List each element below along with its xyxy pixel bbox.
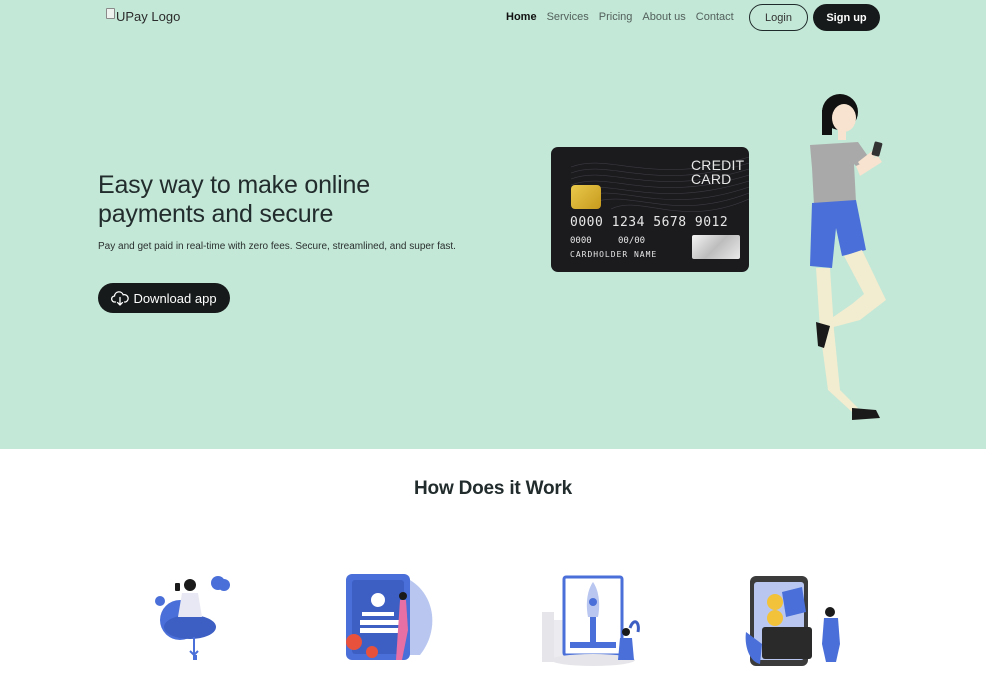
woman-with-phone-illustration: [810, 94, 886, 420]
hero-headline: Easy way to make online payments and sec…: [98, 171, 370, 228]
step-launch-illustration: [542, 575, 640, 666]
signup-button[interactable]: Sign up: [813, 4, 880, 31]
logo[interactable]: UPay Logo: [106, 8, 181, 24]
card-holder: CARDHOLDER NAME: [570, 250, 658, 259]
step-payment-illustration: [745, 576, 840, 666]
download-app-label: Download app: [133, 290, 217, 306]
main-nav: Home Services Pricing About us Contact: [506, 11, 734, 23]
how-it-works-title: How Does it Work: [414, 478, 572, 499]
card-expiry: 00/00: [618, 236, 646, 246]
nav-about[interactable]: About us: [642, 11, 685, 23]
nav-home[interactable]: Home: [506, 11, 537, 23]
card-chip: [571, 185, 601, 209]
step-signup-illustration: [155, 576, 230, 660]
card-number: 0000 1234 5678 9012: [570, 215, 729, 230]
nav-services[interactable]: Services: [547, 11, 589, 23]
step-profile-illustration: [346, 574, 433, 660]
credit-card-illustration: CREDIT CARD 0000 1234 5678 9012 0000 00/…: [551, 147, 749, 272]
broken-image-icon: [106, 8, 115, 19]
card-small-number: 0000: [570, 236, 592, 246]
nav-pricing[interactable]: Pricing: [599, 11, 633, 23]
login-button[interactable]: Login: [749, 4, 808, 31]
card-title: CREDIT CARD: [691, 157, 745, 187]
download-app-button[interactable]: Download app: [98, 283, 230, 313]
cloud-download-icon: [111, 291, 130, 306]
card-hologram: [692, 235, 740, 259]
nav-contact[interactable]: Contact: [696, 11, 734, 23]
hero-section: UPay Logo Home Services Pricing About us…: [0, 0, 986, 449]
logo-text: UPay Logo: [116, 9, 181, 24]
hero-subtitle: Pay and get paid in real-time with zero …: [98, 241, 456, 252]
